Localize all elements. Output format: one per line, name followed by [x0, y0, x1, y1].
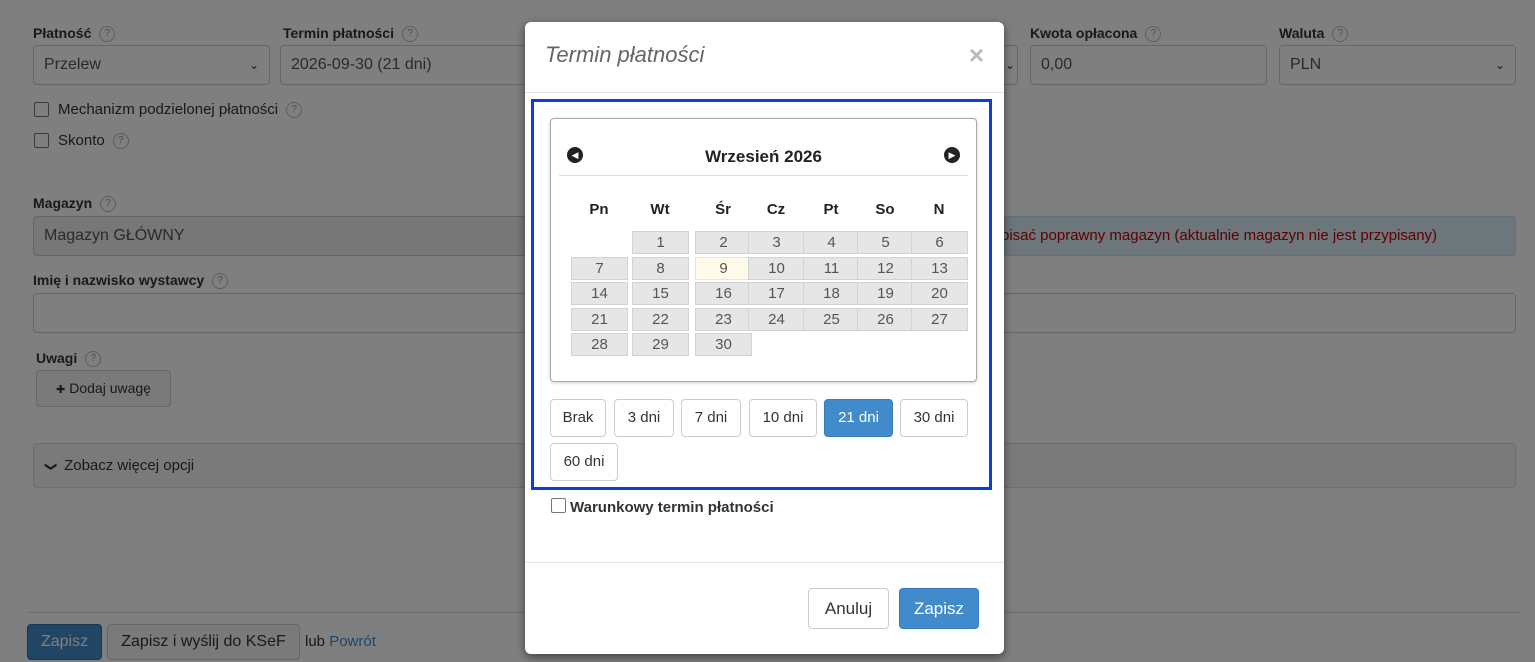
quick-term-button[interactable]: 3 dni: [614, 399, 674, 437]
datepicker-header: ◀ Wrzesień 2026 ▶: [559, 131, 968, 176]
day-cell[interactable]: 11: [803, 256, 860, 280]
quick-term-button[interactable]: 60 dni: [550, 443, 618, 481]
day-cell[interactable]: 1: [632, 231, 689, 254]
day-cell[interactable]: 24: [748, 307, 805, 331]
day-cell[interactable]: 4: [803, 231, 860, 254]
day-cell[interactable]: 20: [911, 282, 968, 305]
quick-term-button[interactable]: Brak: [550, 399, 606, 437]
day-cell[interactable]: 17: [748, 282, 805, 305]
termin-modal: Termin płatności × ◀ Wrzesień 2026 ▶ Pn W…: [525, 22, 1004, 654]
quick-term-button[interactable]: 7 dni: [681, 399, 741, 437]
day-cell[interactable]: 26: [857, 307, 914, 331]
datepicker: ◀ Wrzesień 2026 ▶ Pn Wt Śr Cz Pt So N 12345678…: [550, 118, 977, 382]
day-cell[interactable]: 12: [857, 256, 914, 280]
close-icon[interactable]: ×: [969, 40, 984, 71]
day-cell[interactable]: 13: [911, 256, 968, 280]
quick-term-button[interactable]: 10 dni: [749, 399, 817, 437]
day-cell[interactable]: 15: [632, 282, 689, 305]
modal-header-divider: [525, 92, 1004, 93]
day-cell[interactable]: 8: [632, 256, 689, 280]
weekday-label: Wt: [650, 201, 670, 218]
weekday-label: So: [875, 201, 895, 218]
warunkowy-checkbox[interactable]: [551, 498, 566, 513]
day-cell[interactable]: 3: [748, 231, 805, 254]
day-cell[interactable]: 14: [571, 282, 628, 305]
day-cell[interactable]: 5: [857, 231, 914, 254]
day-cell[interactable]: 29: [632, 333, 689, 356]
day-cell[interactable]: 7: [571, 256, 628, 280]
day-cell[interactable]: 27: [911, 307, 968, 331]
day-cell[interactable]: 19: [857, 282, 914, 305]
quick-term-button[interactable]: 30 dni: [900, 399, 968, 437]
day-cell[interactable]: 18: [803, 282, 860, 305]
modal-zapisz-button[interactable]: Zapisz: [899, 588, 979, 629]
weekday-label: Pn: [589, 201, 609, 218]
day-cell[interactable]: 9: [695, 256, 752, 280]
day-cell[interactable]: 10: [748, 256, 805, 280]
day-cell[interactable]: 25: [803, 307, 860, 331]
modal-title: Termin płatności: [545, 42, 705, 67]
weekday-label: Śr: [715, 201, 731, 218]
day-cell[interactable]: 16: [695, 282, 752, 305]
warunkowy-label: Warunkowy termin płatności: [570, 499, 774, 516]
weekday-label: N: [933, 201, 945, 218]
day-cell[interactable]: 21: [571, 307, 628, 331]
quick-term-button[interactable]: 21 dni: [824, 399, 893, 437]
month-title: Wrzesień 2026: [705, 147, 822, 166]
day-cell[interactable]: 2: [695, 231, 752, 254]
next-month-icon[interactable]: ▶: [944, 147, 960, 163]
day-cell[interactable]: 28: [571, 333, 628, 356]
day-cell[interactable]: 30: [695, 333, 752, 356]
modal-footer-divider: [525, 562, 1004, 563]
weekday-label: Pt: [823, 201, 839, 218]
day-cell[interactable]: 23: [695, 307, 752, 331]
day-cell[interactable]: 6: [911, 231, 968, 254]
day-cell[interactable]: 22: [632, 307, 689, 331]
weekday-label: Cz: [766, 201, 786, 218]
anuluj-button[interactable]: Anuluj: [808, 588, 889, 629]
